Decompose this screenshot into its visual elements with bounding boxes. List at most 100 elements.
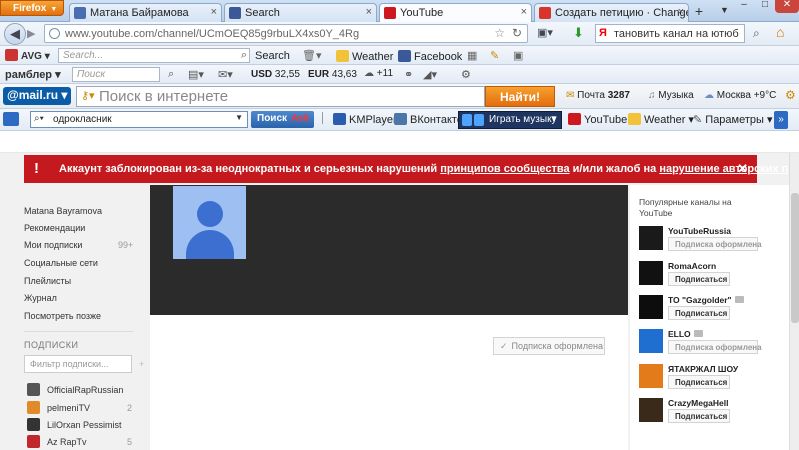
page-scrollbar[interactable] <box>789 153 799 450</box>
search-icon[interactable]: ⌕ <box>753 26 760 41</box>
sidebar-item-recommendations[interactable]: Рекомендации <box>24 223 85 233</box>
channel-name[interactable]: ELLO <box>668 329 703 339</box>
rambler-search-input[interactable]: Поиск <box>72 67 160 82</box>
avg-search-input[interactable]: Search... <box>58 48 250 63</box>
close-icon[interactable]: ✕ <box>737 161 748 177</box>
sidebar-item-playlists[interactable]: Плейлисты <box>24 276 71 286</box>
sidebar-item-history[interactable]: Журнал <box>24 293 57 303</box>
tab-matana[interactable]: Матана Байрамова × <box>69 3 222 22</box>
subscribe-button[interactable]: Подписаться <box>668 306 730 320</box>
weather-button[interactable]: Weather ▾ <box>628 113 694 126</box>
close-icon[interactable]: × <box>521 6 527 18</box>
channel-name[interactable]: ЯТАКРЖАЛ ШОУ <box>668 364 738 374</box>
channel-name[interactable]: ТО "Gazgolder" <box>668 295 744 305</box>
notes-icon[interactable]: ✎ <box>490 49 499 62</box>
search-icon[interactable]: ⌕ <box>168 68 174 81</box>
download-icon[interactable]: ⬇ <box>573 25 584 41</box>
ask-search-button[interactable]: Поиск Ask <box>251 111 314 128</box>
close-icon[interactable]: × <box>211 6 217 18</box>
calculator-icon[interactable]: ▦ <box>467 49 477 62</box>
send-icon[interactable]: ◢▾ <box>423 68 437 81</box>
avg-logo[interactable]: AVG ▾ <box>5 49 50 62</box>
mailru-search-input[interactable]: ⚷▾ Поиск в интернете <box>76 86 485 107</box>
youtube-button[interactable]: YouTube <box>568 113 627 126</box>
forward-button[interactable]: ▶ <box>27 27 35 40</box>
sidebar-item-subscriptions[interactable]: Мои подписки <box>24 240 82 250</box>
kmplayer-icon <box>333 113 346 125</box>
trash-icon[interactable]: 🗑▾ <box>302 49 322 62</box>
close-icon[interactable]: × <box>366 6 372 18</box>
channel-avatar <box>27 401 40 414</box>
sidebar-item-social[interactable]: Социальные сети <box>24 258 98 268</box>
play-icon[interactable] <box>462 114 472 126</box>
music-button[interactable]: ♫ Музыка <box>648 90 694 101</box>
home-icon[interactable]: ⌂ <box>776 24 784 40</box>
settings-icon[interactable]: ⚙ <box>461 68 471 81</box>
channel-avatar[interactable] <box>639 261 663 285</box>
new-tab-button[interactable]: + <box>691 3 707 20</box>
subscribed-button[interactable]: ✓ Подписка оформлена <box>493 337 605 355</box>
copyright-link[interactable]: нарушение авторских прав <box>659 163 799 175</box>
chevron-down-icon[interactable]: ▼ <box>550 114 558 123</box>
overflow-button[interactable]: » <box>774 111 788 129</box>
bookmark-star-icon[interactable]: ☆ <box>494 26 505 40</box>
scrollbar-thumb[interactable] <box>791 193 799 323</box>
channel-avatar[interactable] <box>639 295 663 319</box>
list-tabs-icon[interactable]: ▼ <box>720 5 729 15</box>
subscribe-button[interactable]: Подписаться <box>668 375 730 389</box>
sidebar-item-profile[interactable]: Matana Bayramova <box>24 206 102 216</box>
settings-icon[interactable]: ⚙ <box>785 88 796 102</box>
close-icon[interactable]: × <box>678 6 684 18</box>
mailru-toolbar: @mail.ru ▾ ⚷▾ Поиск в интернете Найти! ✉… <box>0 84 799 109</box>
news-icon[interactable]: ▤▾ <box>188 68 204 81</box>
subscribe-button[interactable]: Подписаться <box>668 272 730 286</box>
subscribed-button[interactable]: Подписка оформлена <box>668 237 762 251</box>
weather-button[interactable]: Weather <box>336 50 393 63</box>
channel-name[interactable]: RomaAcorn <box>668 261 716 271</box>
tab-search[interactable]: Search × <box>224 3 377 22</box>
channel-avatar[interactable] <box>173 186 246 259</box>
find-button[interactable]: Найти! <box>485 86 555 107</box>
ask-menu-icon[interactable] <box>3 112 19 126</box>
community-guidelines-link[interactable]: принципов сообщества <box>440 163 569 175</box>
subscribe-button[interactable]: Подписаться <box>668 409 730 423</box>
window-close-icon[interactable]: ✕ <box>775 0 799 13</box>
minimize-icon[interactable]: – <box>735 0 753 11</box>
firefox-menu-button[interactable]: Firefox ▼ <box>0 0 64 16</box>
channel-name[interactable]: CrazyMegaHell <box>668 398 728 408</box>
channel-avatar[interactable] <box>639 226 663 250</box>
facebook-button[interactable]: Facebook <box>398 50 462 63</box>
maximize-icon[interactable]: □ <box>756 0 774 11</box>
tab-change-org[interactable]: Создать петицию · Change.org × <box>534 3 689 22</box>
ask-search-input[interactable]: ⌕▾ одрокласник ▼ <box>30 111 248 128</box>
volume-icon[interactable] <box>474 114 484 126</box>
mailru-logo[interactable]: @mail.ru ▾ <box>3 87 71 105</box>
channel-avatar[interactable] <box>639 364 663 388</box>
vkontakte-button[interactable]: ВКонтакте <box>394 113 463 126</box>
settings-button[interactable]: ✎ Параметры ▾ <box>693 113 773 126</box>
play-music-widget[interactable]: Играть музыку ▼ <box>458 111 562 129</box>
screenshot-icon[interactable]: ▣ <box>513 49 523 62</box>
mail-icon[interactable]: ✉▾ <box>218 68 233 81</box>
channel-avatar[interactable] <box>639 398 663 422</box>
sidebar-item-watch-later[interactable]: Посмотреть позже <box>24 311 101 321</box>
tab-youtube[interactable]: YouTube × <box>379 3 532 22</box>
address-bar[interactable]: www.youtube.com/channel/UCmOEQ85g9rbuLX4… <box>44 24 528 43</box>
weather-temp[interactable]: ☁ +11 <box>364 68 393 79</box>
subscriptions-filter-input[interactable]: Фильтр подписки... <box>24 355 132 373</box>
channel-avatar[interactable] <box>639 329 663 353</box>
kmplayer-button[interactable]: KMPlayer <box>333 113 397 126</box>
reload-icon[interactable]: ↻ <box>512 26 522 40</box>
plus-icon[interactable]: + <box>139 359 144 369</box>
chevron-down-icon[interactable]: ▼ <box>235 113 243 122</box>
avg-search-button[interactable]: Search <box>255 50 290 62</box>
link-icon[interactable]: ⚭ <box>404 68 413 81</box>
yandex-search-input[interactable]: Я тановить канал на ютюб <box>595 24 745 43</box>
subscribed-button[interactable]: Подписка оформлена <box>668 340 762 354</box>
mail-button[interactable]: ✉ Почта 3287 <box>566 90 630 101</box>
rambler-logo[interactable]: рамблер ▾ <box>5 68 61 81</box>
weather-city-button[interactable]: ☁ Москва +9°C <box>704 90 776 101</box>
back-button[interactable]: ◀ <box>4 23 26 45</box>
page-menu-icon[interactable]: ▣▾ <box>537 26 553 39</box>
channel-name[interactable]: YouTubeRussia <box>668 226 731 236</box>
